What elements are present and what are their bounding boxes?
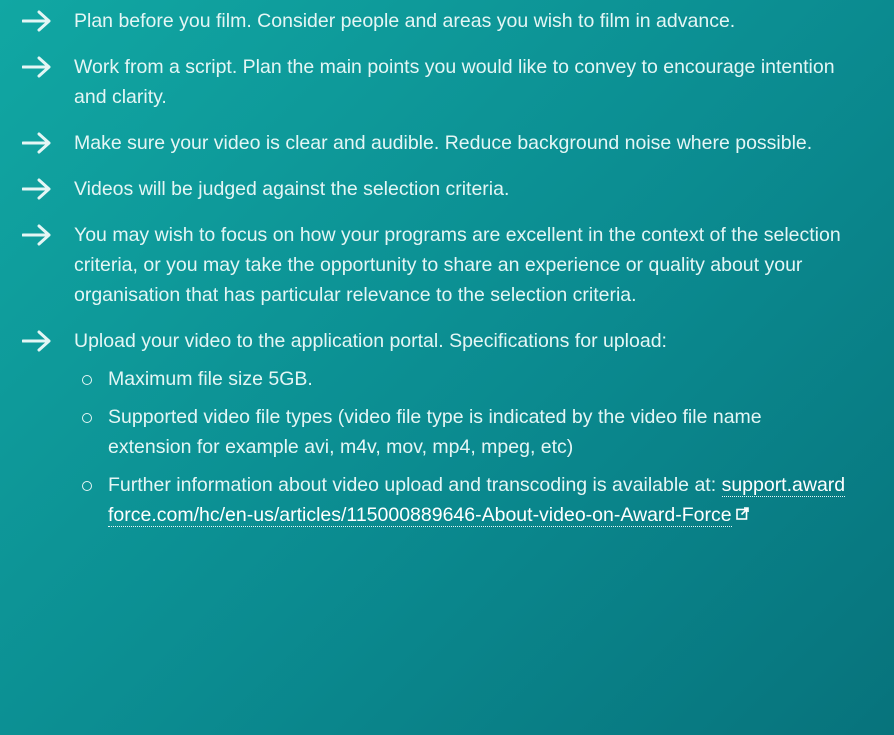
spec-text: Supported video file types (video file t… <box>108 406 762 458</box>
spec-item-file-size: Maximum file size 5GB. <box>74 364 848 394</box>
spec-item-further-info: Further information about video upload a… <box>74 470 848 531</box>
circle-bullet-icon <box>82 375 92 385</box>
tip-item-upload: Upload your video to the application por… <box>22 326 874 539</box>
tip-item-judging: Videos will be judged against the select… <box>22 174 874 204</box>
upload-block: Upload your video to the application por… <box>74 326 848 539</box>
spec-text-with-link: Further information about video upload a… <box>108 470 848 531</box>
arrow-right-icon <box>22 53 58 81</box>
tip-text: Work from a script. Plan the main points… <box>74 56 835 108</box>
arrow-right-icon <box>22 7 58 35</box>
tip-text: Make sure your video is clear and audibl… <box>74 132 813 154</box>
spec-item-file-types: Supported video file types (video file t… <box>74 402 848 462</box>
tip-item-script: Work from a script. Plan the main points… <box>22 52 874 112</box>
tip-item-audio: Make sure your video is clear and audibl… <box>22 128 874 158</box>
arrow-right-icon <box>22 175 58 203</box>
tips-list: Plan before you film. Consider people an… <box>22 6 874 539</box>
external-link-icon[interactable] <box>735 499 749 529</box>
arrow-right-icon <box>22 221 58 249</box>
spec-text: Further information about video upload a… <box>108 474 717 496</box>
tip-text: Plan before you film. Consider people an… <box>74 10 736 32</box>
upload-specs-list: Maximum file size 5GB. Supported video f… <box>74 364 848 531</box>
spec-text: Maximum file size 5GB. <box>108 368 313 390</box>
content-area: Plan before you film. Consider people an… <box>0 0 894 735</box>
circle-bullet-icon <box>82 413 92 423</box>
circle-bullet-icon <box>82 481 92 491</box>
arrow-right-icon <box>22 129 58 157</box>
tip-item-plan: Plan before you film. Consider people an… <box>22 6 874 36</box>
tip-text: You may wish to focus on how your progra… <box>74 224 841 306</box>
tip-text: Videos will be judged against the select… <box>74 178 510 200</box>
tip-item-focus: You may wish to focus on how your progra… <box>22 220 874 310</box>
arrow-right-icon <box>22 327 58 355</box>
tip-text: Upload your video to the application por… <box>74 330 667 352</box>
